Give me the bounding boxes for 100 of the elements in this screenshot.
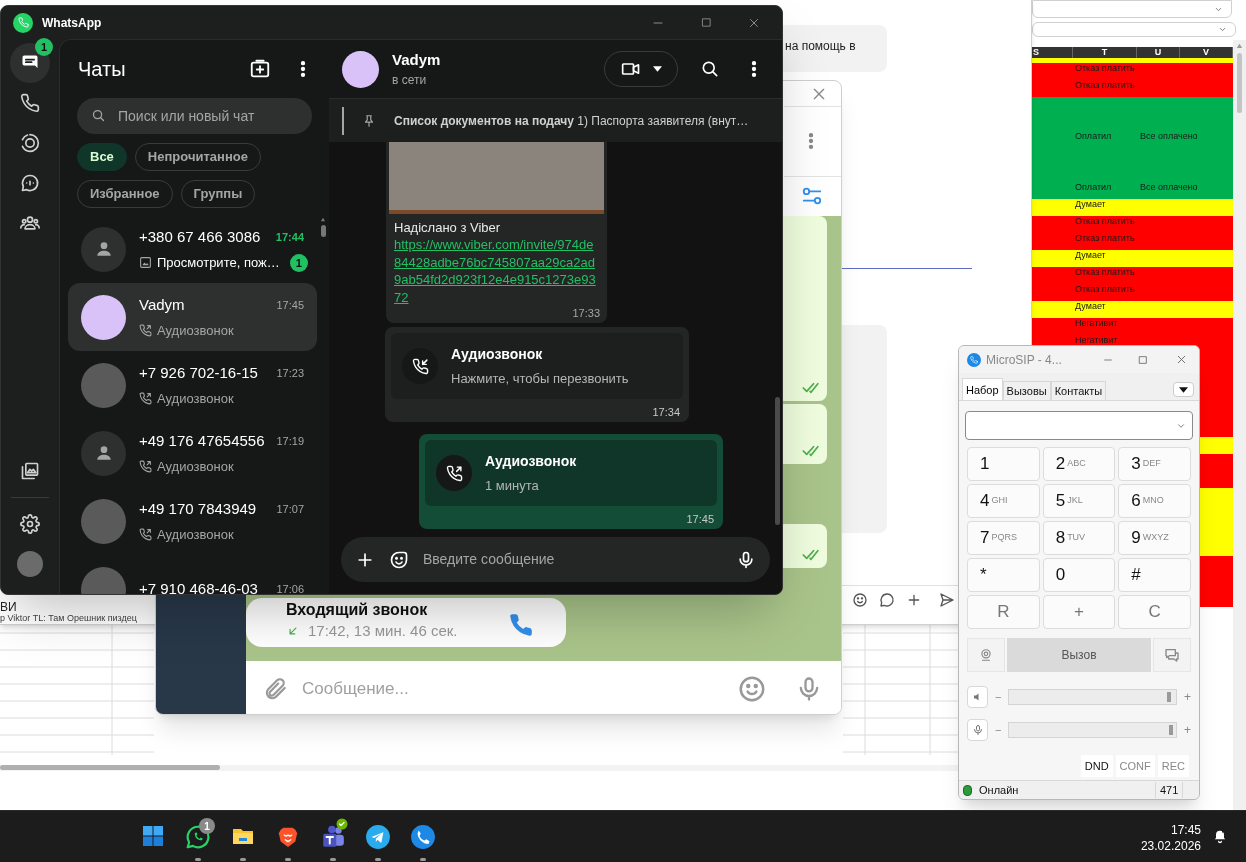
status-text: Онлайн — [979, 782, 1019, 798]
number-field[interactable] — [965, 411, 1193, 440]
tab[interactable]: Набор — [962, 378, 1003, 400]
cell-text: Думает — [1075, 301, 1106, 311]
scrollbar-thumb[interactable] — [0, 765, 220, 770]
chat-item[interactable]: +49 176 47654556 17:19 Аудиозвонок — [68, 419, 317, 487]
chat-item[interactable]: Vadym 17:45 Аудиозвонок — [68, 283, 317, 351]
media-icon — [20, 461, 40, 481]
scrollbar[interactable] — [775, 397, 780, 525]
toggle-button[interactable]: DND — [1080, 755, 1113, 777]
scrollbar-thumb[interactable] — [320, 225, 326, 237]
search-icon — [91, 108, 106, 123]
scrollbar[interactable] — [0, 765, 960, 771]
message-preview: Просмотрите, пож… — [157, 254, 280, 272]
slider-thumb[interactable] — [1168, 725, 1173, 735]
clock-date: 23.02.2026 — [1140, 838, 1201, 854]
double-check-icon — [800, 549, 822, 561]
cell-text: Оплатил — [1075, 131, 1112, 141]
call-title: Входящий звонок — [286, 600, 429, 620]
dropdown-field[interactable] — [1032, 0, 1232, 18]
maximize-icon — [700, 17, 712, 28]
call-button[interactable]: Вызов — [1007, 638, 1151, 672]
slider-track[interactable] — [1008, 722, 1177, 738]
cell-text: Оплатил — [1075, 182, 1112, 192]
close-icon[interactable] — [811, 86, 827, 102]
keypad-key[interactable]: R — [967, 595, 1040, 629]
search-field[interactable]: Поиск или новый чат — [77, 98, 312, 134]
window-title: MicroSIP - 4... — [986, 351, 1062, 369]
chat-item[interactable]: +7 926 702-16-15 17:23 Аудиозвонок — [68, 351, 317, 419]
message-input[interactable]: Сообщение... — [302, 673, 723, 704]
slider-thumb[interactable] — [1167, 692, 1171, 702]
message-time: 17:45 — [686, 512, 715, 526]
chat-bubble-icon[interactable] — [879, 592, 895, 608]
contact-name: +49 176 47654556 — [139, 430, 265, 451]
smile-icon[interactable] — [852, 592, 868, 608]
filter-icon[interactable] — [800, 185, 824, 207]
keypad-key[interactable]: # — [1118, 558, 1191, 592]
microphone-icon — [736, 549, 756, 570]
tab[interactable]: Контакты — [1050, 381, 1107, 400]
speaker-button[interactable] — [967, 686, 988, 708]
pinned-message-bar[interactable]: Список документов на подачу 1) Паспорта заявителя (внут… — [329, 99, 782, 142]
tab[interactable]: Вызовы — [1002, 381, 1051, 400]
cell-text: Все оплачено — [1140, 131, 1198, 141]
phone-icon[interactable] — [410, 824, 436, 850]
chat-item[interactable]: +7 910 468-46-03 17:06 — [68, 555, 317, 594]
call-card[interactable]: Аудиозвонок 1 минута — [425, 440, 717, 506]
chat-phone-icon[interactable] — [185, 824, 211, 850]
incoming-call-icon — [411, 357, 429, 375]
call-title: Аудиозвонок — [451, 344, 544, 364]
message-preview: Аудиозвонок — [157, 390, 234, 408]
cell-text: Негативит — [1075, 335, 1118, 345]
scrollbar[interactable] — [1233, 40, 1246, 810]
contact-name: +49 170 7843949 — [139, 498, 257, 519]
microphone-button[interactable] — [967, 719, 988, 741]
video-button[interactable] — [967, 638, 1005, 672]
chat-item[interactable]: +49 170 7843949 17:07 Аудиозвонок — [68, 487, 317, 555]
call-card[interactable]: Аудиозвонок Нажмите, чтобы перезвонить — [391, 333, 683, 399]
plus-icon[interactable] — [906, 592, 922, 608]
call-subtitle: 1 минута — [485, 476, 540, 495]
dropdown-button[interactable] — [1173, 382, 1194, 397]
send-icon[interactable] — [939, 592, 955, 608]
cell-text: Думает — [1075, 199, 1106, 209]
channels-icon — [20, 173, 40, 193]
windows-icon[interactable] — [141, 824, 165, 848]
cell-text: Негативит — [1075, 318, 1118, 328]
keypad-key[interactable]: 0 — [1042, 558, 1116, 592]
keypad-key[interactable]: * — [967, 558, 1040, 592]
slider-track[interactable] — [1008, 689, 1177, 705]
cell-text: Отказ платить — [1075, 284, 1135, 294]
chat-item[interactable]: +380 67 466 3086 17:44 Просмотрите, пож… 1 — [68, 215, 317, 283]
chat-preview: р Viktor TL: Там Орешник пиздец — [0, 613, 137, 623]
message-field[interactable]: Введите сообщение — [341, 537, 770, 582]
webcam-icon — [979, 647, 993, 663]
notification-bell-icon[interactable] — [1212, 828, 1228, 844]
keypad-key[interactable]: 1 — [967, 447, 1040, 481]
people-icon — [20, 213, 40, 233]
keypad-key[interactable]: C — [1118, 595, 1191, 629]
message-button[interactable] — [1153, 638, 1191, 672]
filter-chip[interactable]: Все — [77, 143, 127, 171]
check-icon — [336, 818, 348, 830]
cell-text: Отказ платить — [1075, 267, 1135, 277]
pin-icon — [362, 112, 376, 129]
team-chat-icon[interactable] — [320, 824, 346, 850]
message-link[interactable]: https://www.viber.com/invite/974de84428adbe76bc745807aa29ca2ad9ab54fd2d923f12e4e915c1273e9372 — [389, 236, 604, 306]
dropdown-field[interactable] — [1032, 22, 1236, 37]
cell-text: Все оплачено — [1140, 182, 1198, 192]
microphone-icon — [971, 724, 984, 736]
close-icon — [748, 16, 760, 29]
sticker-icon — [389, 549, 409, 570]
scrollbar-thumb[interactable] — [1237, 53, 1242, 113]
search-icon[interactable] — [700, 59, 720, 79]
rail-button[interactable] — [10, 43, 50, 83]
cell-text: Отказ платить — [1075, 216, 1135, 226]
call-detail: 17:42, 13 мин. 46 сек. — [308, 621, 458, 641]
scrollbar[interactable] — [320, 217, 326, 237]
contact-name: Vadym — [392, 49, 441, 70]
keypad-key[interactable]: + — [1042, 595, 1116, 629]
close-icon — [1175, 354, 1187, 365]
paper-plane-icon[interactable] — [365, 824, 391, 850]
new-chat-icon[interactable] — [249, 58, 271, 80]
